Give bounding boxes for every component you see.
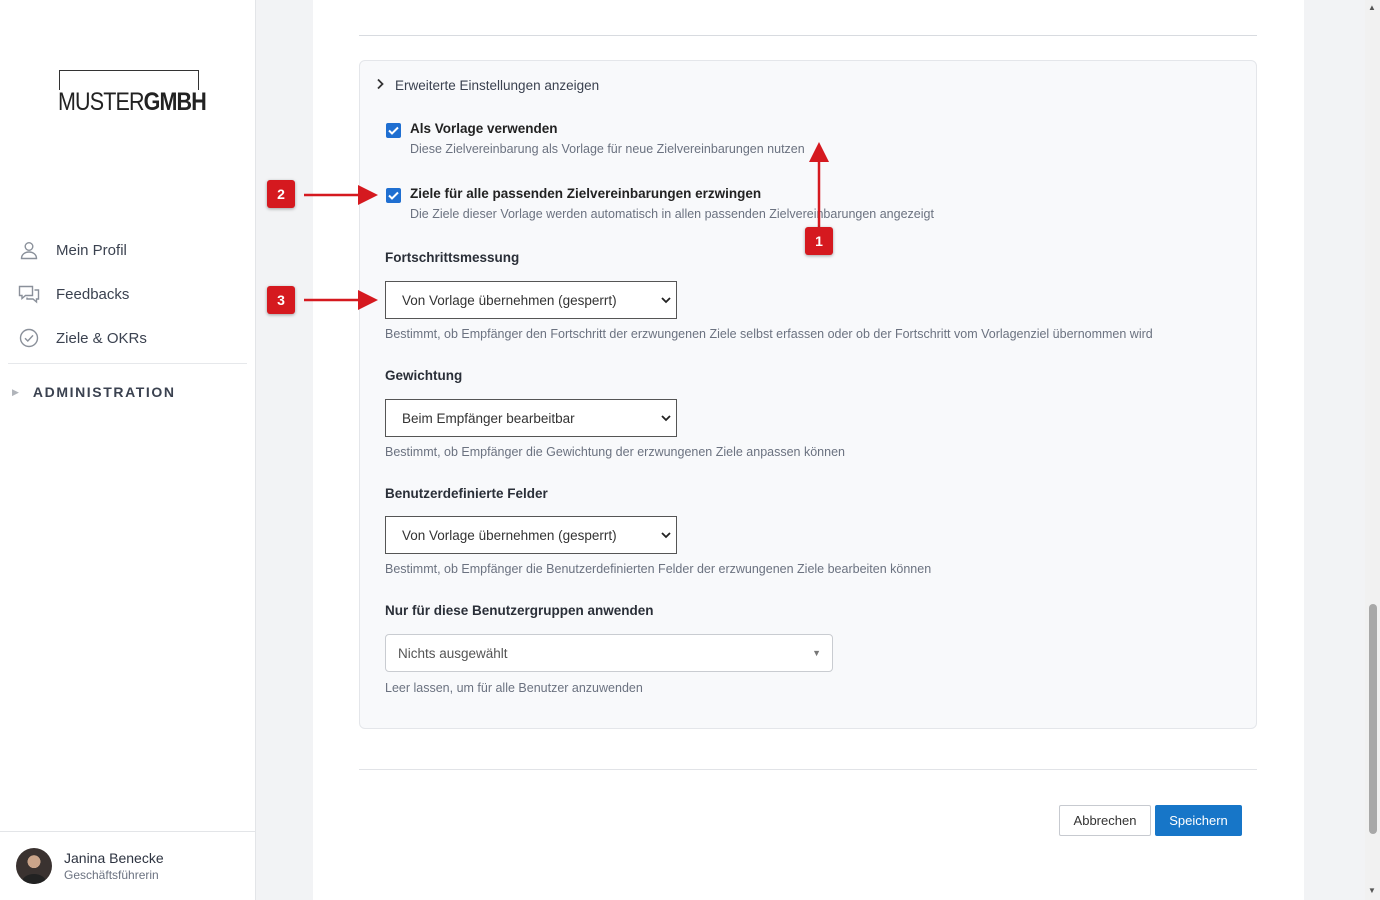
avatar	[16, 848, 52, 884]
footer-divider	[359, 769, 1257, 770]
custom-fields-help: Bestimmt, ob Empfänger die Benutzerdefin…	[385, 562, 932, 576]
as-template-desc: Diese Zielvereinbarung als Vorlage für n…	[410, 142, 805, 156]
caret-down-icon: ▼	[812, 648, 821, 658]
sidebar-item-label: Mein Profil	[56, 241, 127, 259]
main-content: Erweiterte Einstellungen anzeigen Als Vo…	[313, 0, 1304, 900]
user-groups-multiselect[interactable]: Nichts ausgewählt ▼	[385, 634, 833, 672]
logo-text-gmbh: GMBH	[143, 88, 207, 116]
company-logo: MUSTERGMBH	[58, 70, 210, 115]
custom-fields-label: Benutzerdefinierte Felder	[385, 486, 548, 501]
scrollbar-thumb[interactable]	[1369, 604, 1377, 834]
chat-icon	[18, 283, 40, 305]
as-template-title: Als Vorlage verwenden	[410, 121, 558, 136]
weighting-select[interactable]: Beim Empfänger bearbeitbar	[385, 399, 677, 437]
sidebar-item-ziele-okrs[interactable]: Ziele & OKRs	[0, 316, 255, 360]
checkmark-icon	[388, 126, 399, 135]
progress-help: Bestimmt, ob Empfänger den Fortschritt d…	[385, 327, 1153, 341]
weighting-select-value: Beim Empfänger bearbeitbar	[402, 410, 575, 426]
advanced-settings-toggle[interactable]: Erweiterte Einstellungen anzeigen	[376, 78, 599, 93]
logo-text-muster: MUSTER	[58, 88, 144, 116]
checkmark-icon	[388, 191, 399, 200]
page-scrollbar[interactable]: ▲ ▼	[1365, 0, 1380, 900]
custom-fields-select-value: Von Vorlage übernehmen (gesperrt)	[402, 527, 617, 543]
as-template-checkbox[interactable]	[386, 123, 401, 138]
sidebar-item-mein-profil[interactable]: Mein Profil	[0, 228, 255, 272]
expand-triangle-icon: ▶	[12, 386, 19, 397]
weighting-label: Gewichtung	[385, 368, 463, 383]
user-icon	[18, 239, 40, 261]
user-groups-help: Leer lassen, um für alle Benutzer anzuwe…	[385, 681, 643, 695]
user-role: Geschäftsführerin	[64, 868, 159, 882]
annotation-badge-1: 1	[805, 227, 833, 255]
annotation-badge-2: 2	[267, 180, 295, 208]
sidebar-item-label: Feedbacks	[56, 285, 130, 303]
user-groups-placeholder: Nichts ausgewählt	[398, 645, 508, 661]
progress-select-value: Von Vorlage übernehmen (gesperrt)	[402, 292, 617, 308]
enforce-goals-desc: Die Ziele dieser Vorlage werden automati…	[410, 207, 934, 221]
as-template-option: Als Vorlage verwenden Diese Zielvereinba…	[386, 121, 805, 156]
progress-select[interactable]: Von Vorlage übernehmen (gesperrt)	[385, 281, 677, 319]
sidebar-item-administration[interactable]: ▶ ADMINISTRATION	[0, 364, 255, 420]
check-circle-icon	[18, 327, 40, 349]
cancel-button[interactable]: Abbrechen	[1059, 805, 1151, 836]
sidebar: MUSTERGMBH Mein Profil Feedbacks Ziele &…	[0, 0, 256, 900]
sidebar-item-feedbacks[interactable]: Feedbacks	[0, 272, 255, 316]
user-groups-label: Nur für diese Benutzergruppen anwenden	[385, 603, 654, 618]
advanced-settings-panel: Erweiterte Einstellungen anzeigen Als Vo…	[359, 60, 1257, 729]
section-divider	[359, 35, 1257, 36]
sidebar-item-label: ADMINISTRATION	[32, 384, 176, 400]
user-profile[interactable]: Janina Benecke Geschäftsführerin	[0, 831, 255, 900]
enforce-goals-title: Ziele für alle passenden Zielvereinbarun…	[410, 186, 762, 201]
advanced-settings-label: Erweiterte Einstellungen anzeigen	[395, 78, 600, 93]
save-button[interactable]: Speichern	[1155, 805, 1242, 836]
sidebar-item-label: Ziele & OKRs	[56, 329, 147, 347]
scroll-down-icon[interactable]: ▼	[1368, 886, 1376, 895]
enforce-goals-option: Ziele für alle passenden Zielvereinbarun…	[386, 186, 934, 221]
chevron-right-icon	[376, 78, 385, 93]
enforce-goals-checkbox[interactable]	[386, 188, 401, 203]
custom-fields-select[interactable]: Von Vorlage übernehmen (gesperrt)	[385, 516, 677, 554]
weighting-help: Bestimmt, ob Empfänger die Gewichtung de…	[385, 445, 845, 459]
scroll-up-icon[interactable]: ▲	[1368, 3, 1376, 12]
chevron-down-icon	[661, 415, 671, 422]
sidebar-nav: Mein Profil Feedbacks Ziele & OKRs ▶ ADM…	[0, 228, 255, 420]
annotation-badge-3: 3	[267, 286, 295, 314]
user-name: Janina Benecke	[64, 850, 164, 866]
chevron-down-icon	[661, 532, 671, 539]
progress-label: Fortschrittsmessung	[385, 250, 520, 265]
chevron-down-icon	[661, 297, 671, 304]
